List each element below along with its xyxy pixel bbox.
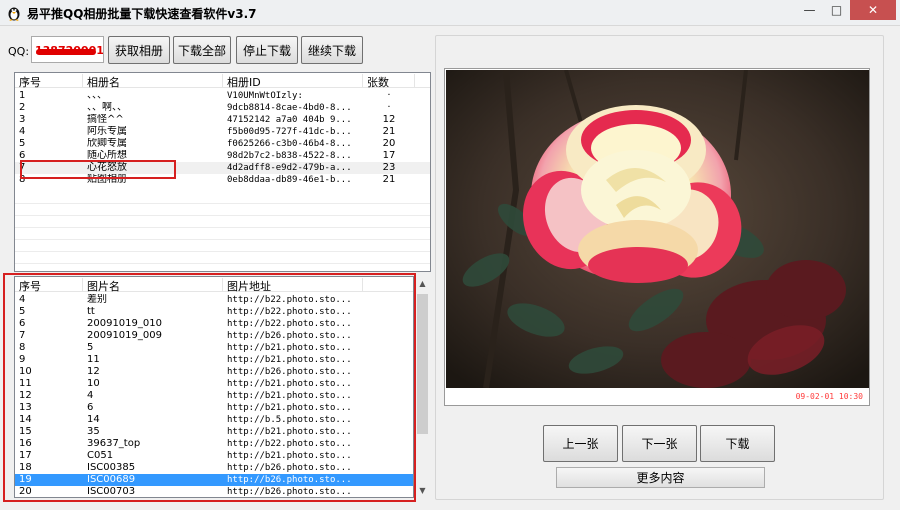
- highlight-box-album: [20, 160, 176, 179]
- album-id: f5b00d95-727f-41dc-b...: [227, 127, 352, 137]
- album-id: 9dcb8814-8cae-4bd0-8...: [227, 103, 352, 113]
- album-id: f0625266-c3b0-46b4-8...: [227, 139, 352, 149]
- album-index: 4: [19, 126, 26, 137]
- album-id: 98d2b7c2-b838-4522-8...: [227, 151, 352, 161]
- album-index: 2: [19, 102, 26, 113]
- album-count: 17: [382, 150, 396, 161]
- album-row[interactable]: 4 阿乐专属 f5b00d95-727f-41dc-b... 21: [15, 126, 430, 138]
- column-header-index[interactable]: 序号: [15, 74, 83, 89]
- more-content-button[interactable]: 更多内容: [556, 467, 765, 488]
- highlight-box-photos: [3, 273, 416, 502]
- photo-preview-frame: 09-02-01 10:30: [444, 68, 870, 406]
- scroll-down-icon[interactable]: ▼: [415, 483, 430, 498]
- album-row[interactable]: 1 、、、 V10UMnWtOIzly: ·: [15, 90, 430, 102]
- album-name: 、、啊、、: [87, 102, 127, 113]
- get-albums-button[interactable]: 获取相册: [108, 36, 170, 64]
- album-list-header: 序号 相册名 相册ID 张数: [15, 73, 430, 89]
- album-count: 20: [382, 138, 396, 149]
- qq-label: QQ:: [8, 45, 30, 58]
- album-row[interactable]: 3 搞怪^^ 47152142 a7a0 404b 9... 12: [15, 114, 430, 126]
- photo-preview: [446, 70, 869, 388]
- grid-line: [15, 203, 430, 204]
- grid-line: [15, 227, 430, 228]
- album-name: 搞怪^^: [87, 114, 124, 125]
- grid-line: [15, 239, 430, 240]
- close-button[interactable]: ✕: [850, 0, 896, 20]
- album-count: ·: [387, 90, 391, 101]
- album-count: 12: [382, 114, 396, 125]
- photo-list-scrollbar[interactable]: ▲ ▼: [414, 276, 429, 498]
- album-count: ·: [387, 102, 391, 113]
- column-header-album-name[interactable]: 相册名: [83, 74, 223, 89]
- album-row[interactable]: 5 欣卿专属 f0625266-c3b0-46b4-8... 20: [15, 138, 430, 150]
- album-name: 阿乐专属: [87, 126, 127, 137]
- title-bar: 易平推QQ相册批量下载快速查看软件v3.7 — □ ✕: [0, 0, 900, 26]
- grid-line: [15, 263, 430, 264]
- album-row[interactable]: 2 、、啊、、 9dcb8814-8cae-4bd0-8... ·: [15, 102, 430, 114]
- maximize-button[interactable]: □: [823, 0, 850, 20]
- album-id: 4d2adff8-e9d2-479b-a...: [227, 163, 352, 173]
- album-count: 21: [382, 126, 396, 137]
- window-title: 易平推QQ相册批量下载快速查看软件v3.7: [27, 7, 257, 21]
- album-name: 、、、: [87, 90, 107, 101]
- download-photo-button[interactable]: 下载: [700, 425, 775, 462]
- album-count: 23: [382, 162, 396, 173]
- minimize-button[interactable]: —: [796, 0, 823, 20]
- album-id: 47152142 a7a0 404b 9...: [227, 115, 352, 125]
- album-index: 3: [19, 114, 26, 125]
- album-index: 5: [19, 138, 26, 149]
- download-all-button[interactable]: 下载全部: [173, 36, 231, 64]
- redaction-scribble: [36, 49, 96, 55]
- album-index: 1: [19, 90, 26, 101]
- qq-number-input[interactable]: 1387200010: [31, 36, 104, 63]
- resume-download-button[interactable]: 继续下载: [301, 36, 363, 64]
- album-count: 21: [382, 174, 396, 185]
- grid-line: [15, 215, 430, 216]
- photo-timestamp: 09-02-01 10:30: [795, 392, 863, 401]
- rose-photo: [446, 70, 869, 388]
- grid-line: [15, 251, 430, 252]
- scroll-thumb[interactable]: [417, 294, 428, 434]
- next-photo-button[interactable]: 下一张: [622, 425, 697, 462]
- column-header-count[interactable]: 张数: [363, 74, 415, 89]
- penguin-icon: [8, 7, 20, 21]
- scroll-up-icon[interactable]: ▲: [415, 276, 430, 291]
- album-id: 0eb8ddaa-db89-46e1-b...: [227, 175, 352, 185]
- stop-download-button[interactable]: 停止下载: [236, 36, 298, 64]
- album-name: 欣卿专属: [87, 138, 127, 149]
- column-header-album-id[interactable]: 相册ID: [223, 74, 363, 89]
- previous-photo-button[interactable]: 上一张: [543, 425, 618, 462]
- album-id: V10UMnWtOIzly:: [227, 91, 303, 101]
